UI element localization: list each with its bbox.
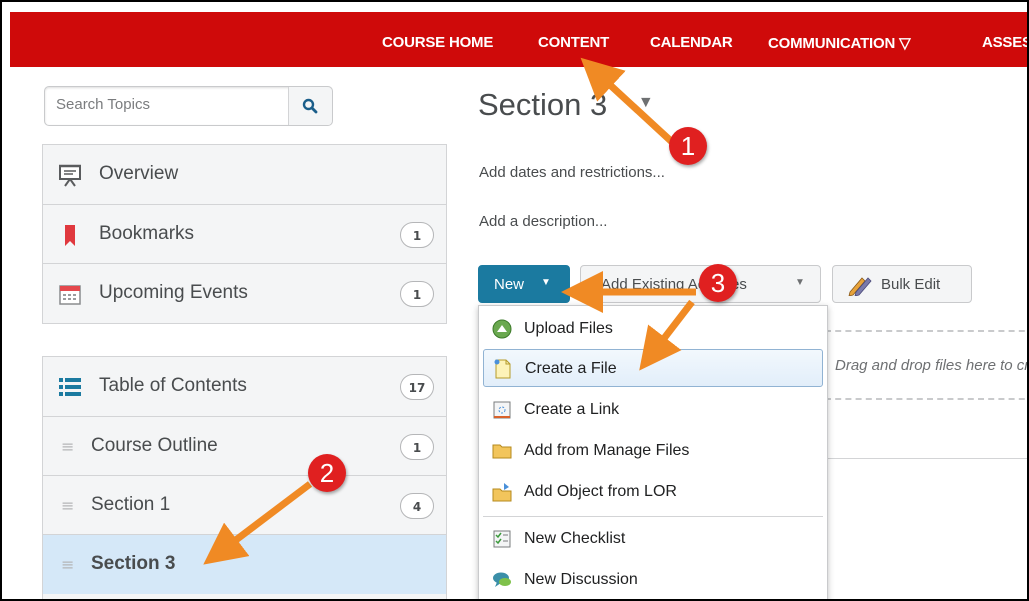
step-marker-2: 2 [308,454,346,492]
step-marker-3: 3 [699,264,737,302]
step-marker-1: 1 [669,127,707,165]
annotation-arrow-1 [580,57,675,145]
app-window: COURSE HOME CONTENT CALENDAR COMMUNICATI… [0,0,1029,601]
annotation-arrows [203,57,696,565]
annotation-arrow-2 [203,481,313,565]
annotation-arrow-3-down [639,299,695,371]
